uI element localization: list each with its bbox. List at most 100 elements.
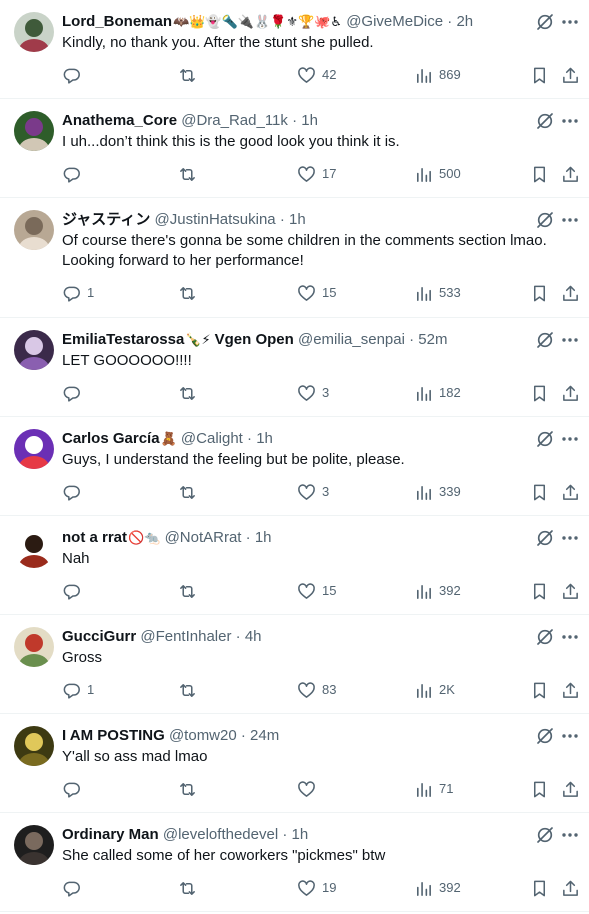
share-button[interactable]	[561, 482, 580, 502]
more-icon[interactable]	[560, 726, 580, 746]
share-button[interactable]	[561, 680, 580, 700]
bookmark-button[interactable]	[530, 680, 549, 700]
more-icon[interactable]	[560, 825, 580, 845]
like-button[interactable]: 3	[297, 383, 329, 403]
share-button[interactable]	[561, 65, 580, 85]
timestamp[interactable]: 24m	[250, 727, 279, 744]
bookmark-button[interactable]	[530, 383, 549, 403]
user-handle[interactable]: @NotARrat	[165, 529, 242, 546]
avatar[interactable]	[14, 111, 54, 151]
grok-icon[interactable]	[535, 330, 555, 350]
bookmark-button[interactable]	[530, 65, 549, 85]
grok-icon[interactable]	[535, 429, 555, 449]
tweet[interactable]: I AM POSTING @tomw20 · 24m Y'all so ass …	[0, 714, 589, 813]
views-button[interactable]: 500	[414, 164, 461, 184]
retweet-button[interactable]	[178, 283, 203, 303]
grok-icon[interactable]	[535, 627, 555, 647]
like-button[interactable]: 83	[297, 680, 336, 700]
retweet-button[interactable]	[178, 779, 203, 799]
like-button[interactable]: 3	[297, 482, 329, 502]
grok-icon[interactable]	[535, 528, 555, 548]
reply-button[interactable]	[62, 779, 87, 799]
like-button[interactable]: 15	[297, 283, 336, 303]
reply-button[interactable]	[62, 65, 87, 85]
timestamp[interactable]: 1h	[255, 529, 272, 546]
grok-icon[interactable]	[535, 825, 555, 845]
reply-button[interactable]: 1	[62, 283, 94, 303]
bookmark-button[interactable]	[530, 878, 549, 898]
reply-button[interactable]: 1	[62, 680, 94, 700]
share-button[interactable]	[561, 383, 580, 403]
tweet[interactable]: Anathema_Core @Dra_Rad_11k · 1h I uh...d…	[0, 99, 589, 198]
views-button[interactable]: 533	[414, 283, 461, 303]
like-button[interactable]	[297, 779, 322, 799]
display-name[interactable]: Carlos García	[62, 430, 160, 447]
more-icon[interactable]	[560, 111, 580, 131]
like-button[interactable]: 15	[297, 581, 336, 601]
tweet[interactable]: Lord_Boneman🦇👑👻🔦🔌🐰🌹⚜🏆🐙♿ @GiveMeDice · 2h…	[0, 0, 589, 99]
display-name[interactable]: GucciGurr	[62, 628, 136, 645]
avatar[interactable]	[14, 528, 54, 568]
share-button[interactable]	[561, 283, 580, 303]
retweet-button[interactable]	[178, 878, 203, 898]
display-name[interactable]: not a rrat	[62, 529, 127, 546]
retweet-button[interactable]	[178, 680, 203, 700]
share-button[interactable]	[561, 878, 580, 898]
views-button[interactable]: 71	[414, 779, 453, 799]
tweet[interactable]: GucciGurr @FentInhaler · 4h Gross 1 83 2…	[0, 615, 589, 714]
user-handle[interactable]: @Dra_Rad_11k	[181, 112, 288, 129]
tweet[interactable]: not a rrat🚫🐀 @NotARrat · 1h Nah 15 392	[0, 516, 589, 615]
grok-icon[interactable]	[535, 210, 555, 230]
views-button[interactable]: 182	[414, 383, 461, 403]
timestamp[interactable]: 1h	[256, 430, 273, 447]
more-icon[interactable]	[560, 12, 580, 32]
bookmark-button[interactable]	[530, 482, 549, 502]
views-button[interactable]: 339	[414, 482, 461, 502]
retweet-button[interactable]	[178, 164, 203, 184]
tweet[interactable]: EmiliaTestarossa🍾⚡ Vgen Open @emilia_senp…	[0, 318, 589, 417]
reply-button[interactable]	[62, 482, 87, 502]
display-name[interactable]: EmiliaTestarossa	[62, 331, 184, 348]
more-icon[interactable]	[560, 627, 580, 647]
more-icon[interactable]	[560, 330, 580, 350]
tweet[interactable]: Ordinary Man @levelofthedevel · 1h She c…	[0, 813, 589, 912]
share-button[interactable]	[561, 164, 580, 184]
user-handle[interactable]: @GiveMeDice	[346, 13, 443, 30]
avatar[interactable]	[14, 627, 54, 667]
avatar[interactable]	[14, 210, 54, 250]
reply-button[interactable]	[62, 164, 87, 184]
views-button[interactable]: 392	[414, 581, 461, 601]
avatar[interactable]	[14, 429, 54, 469]
reply-button[interactable]	[62, 878, 87, 898]
bookmark-button[interactable]	[530, 779, 549, 799]
tweet[interactable]: Carlos García🧸 @Calight · 1h Guys, I und…	[0, 417, 589, 516]
bookmark-button[interactable]	[530, 283, 549, 303]
like-button[interactable]: 19	[297, 878, 336, 898]
display-name[interactable]: ジャスティン	[62, 211, 150, 228]
retweet-button[interactable]	[178, 383, 203, 403]
display-name[interactable]: I AM POSTING	[62, 727, 165, 744]
views-button[interactable]: 2K	[414, 680, 455, 700]
user-handle[interactable]: @emilia_senpai	[298, 331, 405, 348]
timestamp[interactable]: 52m	[418, 331, 447, 348]
display-name[interactable]: Anathema_Core	[62, 112, 177, 129]
bookmark-button[interactable]	[530, 581, 549, 601]
views-button[interactable]: 869	[414, 65, 461, 85]
timestamp[interactable]: 1h	[301, 112, 318, 129]
user-handle[interactable]: @tomw20	[169, 727, 237, 744]
avatar[interactable]	[14, 12, 54, 52]
avatar[interactable]	[14, 825, 54, 865]
more-icon[interactable]	[560, 528, 580, 548]
avatar[interactable]	[14, 726, 54, 766]
timestamp[interactable]: 2h	[456, 13, 473, 30]
like-button[interactable]: 42	[297, 65, 336, 85]
retweet-button[interactable]	[178, 581, 203, 601]
user-handle[interactable]: @Calight	[181, 430, 243, 447]
retweet-button[interactable]	[178, 482, 203, 502]
reply-button[interactable]	[62, 581, 87, 601]
share-button[interactable]	[561, 779, 580, 799]
reply-button[interactable]	[62, 383, 87, 403]
grok-icon[interactable]	[535, 12, 555, 32]
timestamp[interactable]: 1h	[292, 826, 309, 843]
more-icon[interactable]	[560, 210, 580, 230]
